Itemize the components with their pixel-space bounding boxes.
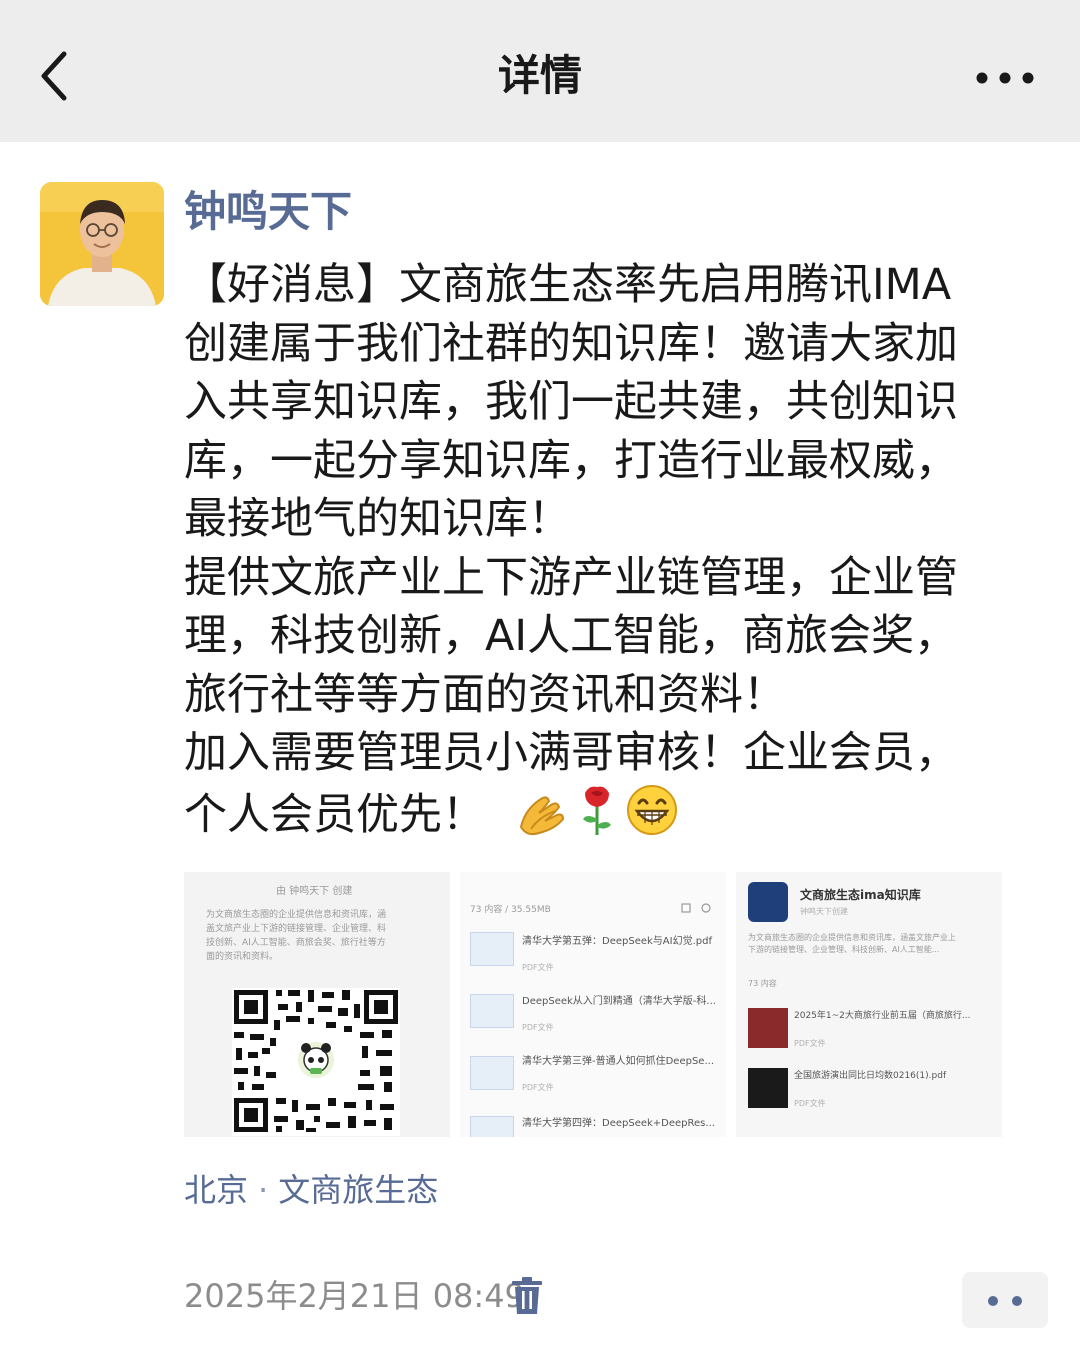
trash-icon bbox=[512, 1277, 542, 1314]
image-text: 技创新、AI人工智能、商旅会奖、旅行社等方 bbox=[206, 938, 386, 948]
post-line: 创建属于我们社群的知识库！邀请大家加 bbox=[184, 318, 958, 369]
post-line: 提供文旅产业上下游产业链管理，企业管 bbox=[184, 552, 958, 603]
image-text: 盖文旅产业上下游的链接管理、企业管理、科 bbox=[206, 924, 387, 934]
nav-bar: 详情 bbox=[0, 0, 1080, 142]
location-link[interactable]: 北京 · 文商旅生态 bbox=[184, 1168, 438, 1212]
kb-logo bbox=[748, 882, 788, 922]
image-thumbnail-knowledge-base[interactable]: 文商旅生态ima知识库 钟鸣天下创建 为文商旅生态圈的企业提供信息和资讯库，涵盖… bbox=[736, 872, 1002, 1137]
more-horizontal-icon bbox=[976, 72, 1034, 84]
more-button[interactable] bbox=[970, 60, 1040, 96]
comment-button[interactable] bbox=[962, 1272, 1048, 1328]
file-thumb bbox=[748, 1068, 788, 1108]
post-timestamp: 2025年2月21日 08:49 bbox=[184, 1277, 525, 1315]
location-city: 北京 bbox=[184, 1171, 249, 1209]
file-meta: PDF文件 bbox=[794, 1039, 826, 1048]
post-line: 【好消息】文商旅生态率先启用腾讯IMA bbox=[184, 260, 952, 310]
delete-button[interactable] bbox=[510, 1276, 544, 1316]
file-title: 2025年1~2大商旅行业前五届（商旅旅行... bbox=[794, 1011, 971, 1021]
post-line: 最接地气的知识库！ bbox=[184, 494, 571, 544]
post-line-text: 个人会员优先！ bbox=[184, 789, 485, 840]
file-thumb bbox=[470, 1056, 514, 1090]
image-text: 下游的链接管理、企业管理、科技创新、AI人工智能... bbox=[748, 945, 940, 954]
file-meta: PDF文件 bbox=[794, 1099, 826, 1108]
grinning-face-emoji bbox=[625, 783, 679, 853]
image-text: 由 钟鸣天下 创建 bbox=[276, 886, 353, 897]
file-title: DeepSeek从入门到精通（清华大学版-科... bbox=[522, 996, 716, 1007]
location-place: 文商旅生态 bbox=[278, 1171, 439, 1209]
location-separator: · bbox=[258, 1171, 269, 1209]
avatar-photo bbox=[40, 182, 164, 306]
kb-title: 文商旅生态ima知识库 bbox=[800, 888, 921, 902]
post-line: 库，一起分享知识库，打造行业最权威， bbox=[184, 435, 958, 486]
file-thumb bbox=[470, 994, 514, 1028]
file-thumb bbox=[470, 1116, 514, 1137]
post-line: 理，科技创新，AI人工智能，商旅会奖， bbox=[184, 611, 958, 661]
avatar[interactable] bbox=[40, 182, 164, 306]
page-title: 详情 bbox=[497, 51, 582, 100]
rose-emoji bbox=[577, 783, 617, 853]
file-meta: PDF文件 bbox=[522, 963, 554, 972]
file-thumb bbox=[470, 932, 514, 966]
image-text: 为文商旅生态圈的企业提供信息和资讯库，涵盖文旅产业上 bbox=[748, 933, 956, 942]
file-thumb bbox=[748, 1008, 788, 1048]
file-title: 清华大学第三弹-普通人如何抓住DeepSe... bbox=[522, 1056, 714, 1067]
sort-icon bbox=[681, 903, 711, 913]
image-text: 73 内容 / 35.55MB bbox=[470, 905, 551, 915]
file-meta: PDF文件 bbox=[522, 1083, 554, 1092]
post-line: 旅行社等等方面的资讯和资料！ bbox=[184, 669, 786, 720]
post-line-with-emoji: 个人会员优先！ bbox=[184, 783, 1024, 853]
file-title: 清华大学第五弹：DeepSeek与AI幻觉.pdf bbox=[522, 936, 712, 947]
file-title: 全国旅游演出同比日均数0216(1).pdf bbox=[794, 1071, 947, 1081]
kb-owner: 钟鸣天下创建 bbox=[800, 907, 848, 916]
image-text: 面的资讯和资料。 bbox=[206, 952, 279, 962]
qr-code-image bbox=[232, 988, 400, 1136]
image-text: 为文商旅生态圈的企业提供信息和资讯库，涵 bbox=[206, 910, 387, 920]
author-name[interactable]: 钟鸣天下 bbox=[184, 184, 352, 240]
post-text: 【好消息】文商旅生态率先启用腾讯IMA 创建属于我们社群的知识库！邀请大家加 入… bbox=[184, 256, 1024, 852]
clapping-hands-emoji bbox=[515, 787, 569, 853]
file-title: 清华大学第四弹：DeepSeek+DeepRes... bbox=[522, 1118, 715, 1129]
image-grid: 由 钟鸣天下 创建 为文商旅生态圈的企业提供信息和资讯库，涵 盖文旅产业上下游的… bbox=[184, 872, 1002, 1137]
image-thumbnail-file-list[interactable]: 73 内容 / 35.55MB 清华大学第五弹：DeepSeek与AI幻觉.pd… bbox=[460, 872, 726, 1137]
image-text: 73 内容 bbox=[748, 979, 777, 988]
image-thumbnail-qr[interactable]: 由 钟鸣天下 创建 为文商旅生态圈的企业提供信息和资讯库，涵 盖文旅产业上下游的… bbox=[184, 872, 450, 1137]
post-line: 入共享知识库，我们一起共建，共创知识 bbox=[184, 377, 958, 427]
file-meta: PDF文件 bbox=[522, 1023, 554, 1032]
post-line: 加入需要管理员小满哥审核！企业会员， bbox=[184, 728, 958, 778]
